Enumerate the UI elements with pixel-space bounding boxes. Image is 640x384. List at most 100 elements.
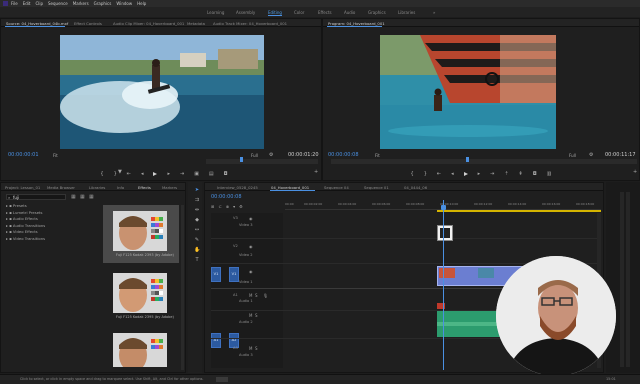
program-mark-out-icon[interactable]: } [424,171,427,177]
mute-icon[interactable]: M [249,313,252,318]
track-select-tool-icon[interactable]: ⇉ [194,197,200,203]
track-id-v3[interactable]: V3 [233,216,238,220]
tab-project[interactable]: Project: Lesson_01 [5,185,40,190]
workspace-assembly[interactable]: Assembly [236,10,255,15]
track-id-a3[interactable]: A3 [233,346,238,350]
tab-effect-controls[interactable]: Effect Controls [74,21,102,26]
tab-metadata[interactable]: Metadata [187,21,205,26]
tab-sequence[interactable]: Sequence 04 [324,185,349,190]
source-patch-v1[interactable]: V1 [211,267,221,282]
effects-search-input[interactable]: ⌕ fuji [6,194,66,200]
solo-icon[interactable]: S [255,293,258,298]
mute-icon[interactable]: M [249,293,252,298]
source-video-frame[interactable] [60,35,264,149]
nest-icon[interactable]: ⊞ [211,204,214,209]
tab-sequence[interactable]: 04_0444_06 [404,185,427,190]
tab-sequence[interactable]: Interview_0528_0245 [217,185,258,190]
workspace-graphics[interactable]: Graphics [368,10,386,15]
add-marker-icon[interactable]: ▾ [233,204,235,209]
timeline-playhead-handle[interactable] [441,205,446,210]
program-play-icon[interactable] [463,172,468,176]
source-marker-icon[interactable]: ▼ [118,169,122,175]
effects-scrollbar[interactable] [181,205,184,370]
go-to-out-icon[interactable]: ⇥ [180,171,184,177]
preset-thumbnail[interactable] [113,211,167,251]
mute-icon[interactable]: M [249,346,252,351]
tree-presets[interactable]: ▸ ▪ Presets [6,203,96,208]
lift-icon[interactable]: ⇡ [504,171,508,177]
solo-icon[interactable]: S [255,346,258,351]
eye-icon[interactable]: ◉ [249,244,253,249]
32bit-effects-icon[interactable]: ▦ [80,194,85,200]
tab-libraries[interactable]: Libraries [89,185,105,190]
premiere-app-icon[interactable] [3,1,8,6]
preset-thumbnail[interactable] [113,333,167,367]
tree-video-transitions[interactable]: ▸ ▪ Video Transitions [6,236,96,241]
go-to-in-icon[interactable]: ⇤ [127,171,131,177]
tab-audio-track-mixer[interactable]: Audio Track Mixer: 04_Hoverboard_001 [213,21,287,26]
source-fit-dropdown[interactable]: Fit [53,153,58,158]
workspace-audio[interactable]: Audio [344,10,355,15]
taskbar-item[interactable] [216,377,228,382]
program-settings-icon[interactable]: ⚙ [589,152,593,158]
tree-lumetri-presets[interactable]: ▸ ▪ Lumetri Presets [6,210,96,215]
tree-audio-effects[interactable]: ▸ ▪ Audio Effects [6,216,96,221]
tab-effects[interactable]: Effects [138,185,151,190]
program-scrub-bar[interactable] [331,159,637,164]
workspace-color[interactable]: Color [294,10,304,15]
eye-icon[interactable]: ◉ [249,269,253,274]
snap-icon[interactable]: ⊂ [218,204,221,209]
source-settings-icon[interactable]: ⚙ [269,152,273,158]
selection-tool-icon[interactable]: ➤ [194,187,200,193]
program-playhead[interactable] [466,157,469,162]
menu-markers[interactable]: Markers [73,1,89,6]
mark-in-icon[interactable]: { [100,171,103,177]
menu-clip[interactable]: Clip [35,1,43,6]
accelerated-effects-icon[interactable]: ▦ [71,194,76,200]
source-scrub-bar[interactable] [206,159,318,164]
program-step-back-icon[interactable]: ◂ [451,171,454,177]
program-go-to-out-icon[interactable]: ⇥ [490,171,494,177]
linked-selection-icon[interactable]: ⊗ [226,204,229,209]
tab-audio-clip-mixer[interactable]: Audio Clip Mixer: 04_Hoverboard_001 [113,21,184,26]
menu-help[interactable]: Help [137,1,146,6]
program-video-frame[interactable] [380,35,556,149]
track-id-v2[interactable]: V2 [233,244,238,248]
track-id-a1[interactable]: A1 [233,293,238,297]
tree-audio-transitions[interactable]: ▸ ▪ Audio Transitions [6,223,96,228]
program-go-to-in-icon[interactable]: ⇤ [437,171,441,177]
tab-markers[interactable]: Markers [162,185,177,190]
tab-media-browser[interactable]: Media Browser [47,185,75,190]
step-back-icon[interactable]: ◂ [141,171,144,177]
tab-sequence[interactable]: Sequence 01 [364,185,389,190]
program-timecode[interactable]: 00:00:00:08 [328,152,359,158]
program-mark-in-icon[interactable]: { [411,171,414,177]
menu-graphics[interactable]: Graphics [94,1,112,6]
program-step-forward-icon[interactable]: ▸ [478,171,481,177]
menu-edit[interactable]: Edit [23,1,31,6]
menu-window[interactable]: Window [116,1,132,6]
source-timecode[interactable]: 00:00:00:01 [8,152,39,158]
preset-thumbnail[interactable] [113,273,167,313]
workspace-libraries[interactable]: Libraries [398,10,415,15]
step-forward-icon[interactable]: ▸ [167,171,170,177]
workspaces-overflow-icon[interactable]: » [433,10,435,15]
source-add-button[interactable]: + [314,169,318,175]
export-frame-icon[interactable]: ◘ [224,171,228,177]
source-patch-a1[interactable]: A1 [211,333,221,348]
source-play-icon[interactable] [153,172,158,176]
hand-tool-icon[interactable]: ✋ [194,247,200,253]
type-tool-icon[interactable]: T [194,257,200,263]
workspace-effects[interactable]: Effects [318,10,332,15]
comparison-view-icon[interactable]: ▥ [547,171,552,177]
eye-icon[interactable]: ◉ [249,216,253,221]
extract-icon[interactable]: ⇞ [519,171,523,177]
ripple-edit-tool-icon[interactable]: ⇹ [194,207,200,213]
program-resolution-dropdown[interactable]: Full [569,153,576,158]
source-resolution-dropdown[interactable]: Full [251,153,258,158]
tree-video-effects[interactable]: ▸ ▪ Video Effects [6,229,96,234]
timeline-settings-icon[interactable]: ⚙ [239,204,243,209]
menu-file[interactable]: File [11,1,18,6]
mark-out-icon[interactable]: } [114,171,117,177]
track-target-v1[interactable]: V1 [229,267,239,282]
